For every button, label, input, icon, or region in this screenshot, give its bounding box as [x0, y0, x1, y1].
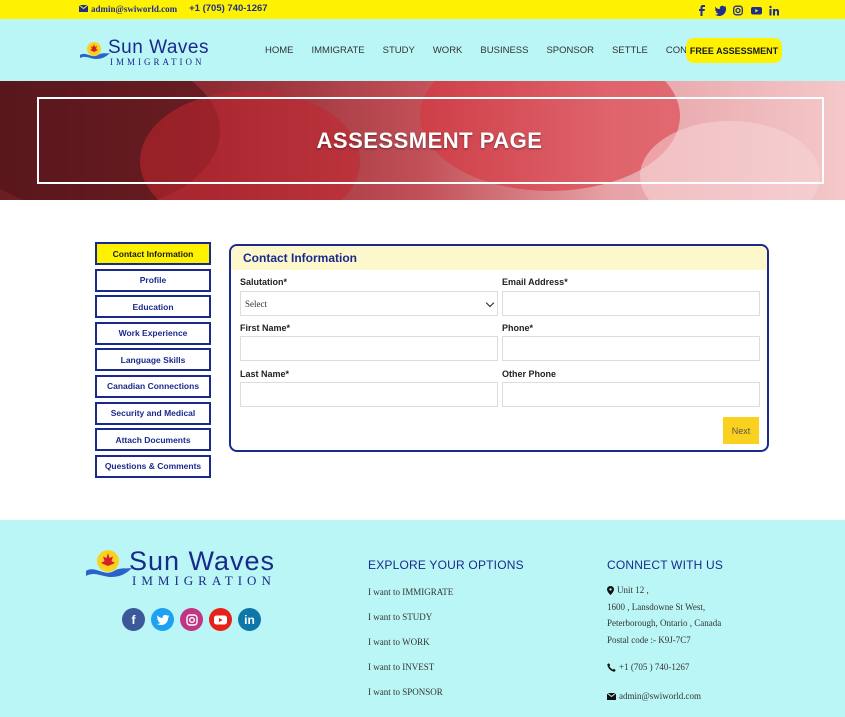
step-language-skills[interactable]: Language Skills [95, 348, 211, 372]
explore-link-invest[interactable]: I want to INVEST [368, 662, 524, 687]
salutation-value: Select [245, 298, 267, 309]
step-canadian-connections[interactable]: Canadian Connections [95, 374, 211, 398]
step-profile[interactable]: Profile [95, 268, 211, 292]
first-name-field[interactable] [240, 336, 498, 361]
step-work-experience[interactable]: Work Experience [95, 321, 211, 345]
footer-email[interactable]: admin@swiworld.com [607, 691, 723, 701]
page-title: ASSESSMENT PAGE [316, 128, 543, 153]
explore-title: EXPLORE YOUR OPTIONS [368, 558, 524, 572]
top-bar: admin@swiworld.com +1 (705) 740-1267 [0, 0, 845, 19]
instagram-icon[interactable] [180, 608, 203, 631]
email-label: Email Address* [502, 277, 568, 287]
chevron-down-icon [485, 298, 495, 308]
twitter-icon[interactable] [151, 608, 174, 631]
site-footer: Sun Waves IMMIGRATION f in EXPLORE YOUR … [0, 520, 845, 717]
youtube-icon[interactable] [209, 608, 232, 631]
nav-work[interactable]: WORK [433, 45, 463, 56]
first-name-label: First Name* [240, 323, 291, 333]
explore-list: I want to IMMIGRATE I want to STUDY I wa… [368, 587, 524, 712]
main-nav: HOME IMMIGRATE STUDY WORK BUSINESS SPONS… [265, 45, 729, 56]
step-contact-information[interactable]: Contact Information [95, 242, 211, 265]
contact-form-panel: Contact Information Salutation* Select E… [229, 244, 769, 452]
nav-immigrate[interactable]: IMMIGRATE [312, 45, 365, 56]
phone-label: Phone* [502, 323, 534, 333]
logo-mark-icon [86, 550, 132, 577]
facebook-icon[interactable]: f [122, 608, 145, 631]
last-name-field[interactable] [240, 382, 498, 407]
footer-social: f in [122, 608, 261, 631]
address-block: Unit 12 , 1600 , Lansdowne St West, Pete… [607, 582, 723, 648]
other-phone-field[interactable] [502, 382, 760, 407]
explore-link-immigrate[interactable]: I want to IMMIGRATE [368, 587, 524, 612]
connect-title: CONNECT WITH US [607, 558, 724, 572]
next-button[interactable]: Next [723, 417, 759, 444]
footer-phone[interactable]: +1 (705 ) 740-1267 [607, 662, 723, 672]
instagram-icon[interactable] [733, 3, 743, 16]
site-logo[interactable]: Sun Waves IMMIGRATION [80, 37, 208, 67]
other-phone-label: Other Phone [502, 369, 557, 379]
form-title: Contact Information [231, 246, 767, 270]
linkedin-icon[interactable]: in [238, 608, 261, 631]
footer-logo[interactable]: Sun Waves IMMIGRATION [86, 546, 274, 590]
map-marker-icon [607, 585, 614, 595]
top-email-text: admin@swiworld.com [91, 3, 178, 14]
twitter-icon[interactable] [714, 3, 727, 16]
top-contact: admin@swiworld.com +1 (705) 740-1267 [79, 3, 268, 14]
free-assessment-button[interactable]: FREE ASSESSMENT [686, 38, 782, 63]
address-line-1: Unit 12 , [617, 585, 649, 595]
top-phone[interactable]: +1 (705) 740-1267 [189, 3, 267, 14]
logo-sub: IMMIGRATION [110, 57, 205, 67]
explore-section: EXPLORE YOUR OPTIONS I want to IMMIGRATE… [368, 558, 524, 712]
footer-phone-text: +1 (705 ) 740-1267 [619, 662, 690, 672]
envelope-icon [79, 5, 88, 12]
nav-sponsor[interactable]: SPONSOR [546, 45, 594, 56]
explore-link-study[interactable]: I want to STUDY [368, 612, 524, 637]
nav-settle[interactable]: SETTLE [612, 45, 648, 56]
top-email[interactable]: admin@swiworld.com [79, 3, 177, 14]
step-questions-comments[interactable]: Questions & Comments [95, 454, 211, 478]
logo-brand: Sun Waves [108, 37, 209, 58]
linkedin-icon[interactable] [769, 3, 779, 16]
top-social [697, 3, 779, 16]
address-line-4: Postal code :- K9J-7C7 [607, 634, 691, 645]
email-field[interactable] [502, 291, 760, 316]
connect-section: CONNECT WITH US Unit 12 , 1600 , Lansdow… [607, 558, 723, 701]
step-attach-documents[interactable]: Attach Documents [95, 428, 211, 452]
salutation-select[interactable]: Select [240, 291, 498, 316]
step-security-and-medical[interactable]: Security and Medical [95, 401, 211, 425]
explore-link-sponsor[interactable]: I want to SPONSOR [368, 687, 524, 712]
step-education[interactable]: Education [95, 295, 211, 319]
envelope-icon [607, 692, 616, 700]
hero-banner: ASSESSMENT PAGE [0, 81, 845, 200]
logo-mark-icon [80, 42, 110, 59]
salutation-label: Salutation* [240, 277, 288, 287]
assessment-steps: Contact Information Profile Education Wo… [95, 242, 213, 481]
nav-business[interactable]: BUSINESS [480, 45, 528, 56]
phone-field[interactable] [502, 336, 760, 361]
last-name-label: Last Name* [240, 369, 290, 379]
phone-icon [607, 662, 616, 672]
address-line-3: Peterborough, Ontario , Canada [607, 618, 722, 628]
nav-study[interactable]: STUDY [383, 45, 415, 56]
top-phone-text: +1 (705) 740-1267 [189, 3, 268, 14]
address-line-2: 1600 , Lansdowne St West, [607, 601, 706, 612]
footer-email-text: admin@swiworld.com [619, 691, 702, 701]
footer-logo-sub: IMMIGRATION [132, 573, 276, 588]
youtube-icon[interactable] [751, 3, 762, 15]
site-header: Sun Waves IMMIGRATION HOME IMMIGRATE STU… [0, 19, 845, 81]
facebook-icon[interactable] [697, 3, 707, 16]
explore-link-work[interactable]: I want to WORK [368, 637, 524, 662]
nav-home[interactable]: HOME [265, 45, 294, 56]
